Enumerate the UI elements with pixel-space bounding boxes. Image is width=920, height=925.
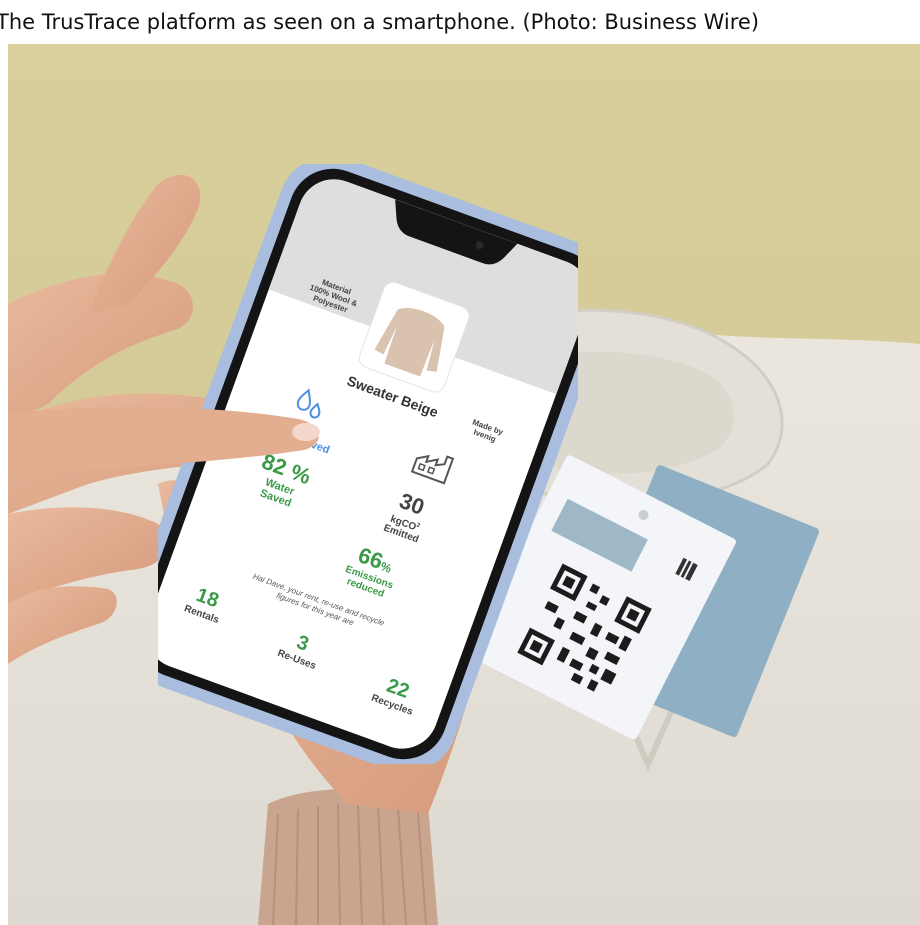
emissions-stat: 66% Emissions reduced [343,542,395,600]
pointing-finger [8,407,320,479]
product-photo: Material 100% Wool & Polyester Sweater B… [8,44,920,925]
factory-icon [410,454,455,485]
photo-caption: The TrusTrace platform as seen on a smar… [0,0,920,44]
co2-stat: 30 kgCO2 Emitted [361,479,453,554]
recycles-stat: 22 Recycles [369,674,415,718]
material-info: Material 100% Wool & Polyester [308,277,359,315]
reuses-stat: 3 Re-Uses [275,631,318,672]
made-by-info: Made by Ivenig [471,417,505,444]
product-name: Sweater Beige [344,372,441,421]
